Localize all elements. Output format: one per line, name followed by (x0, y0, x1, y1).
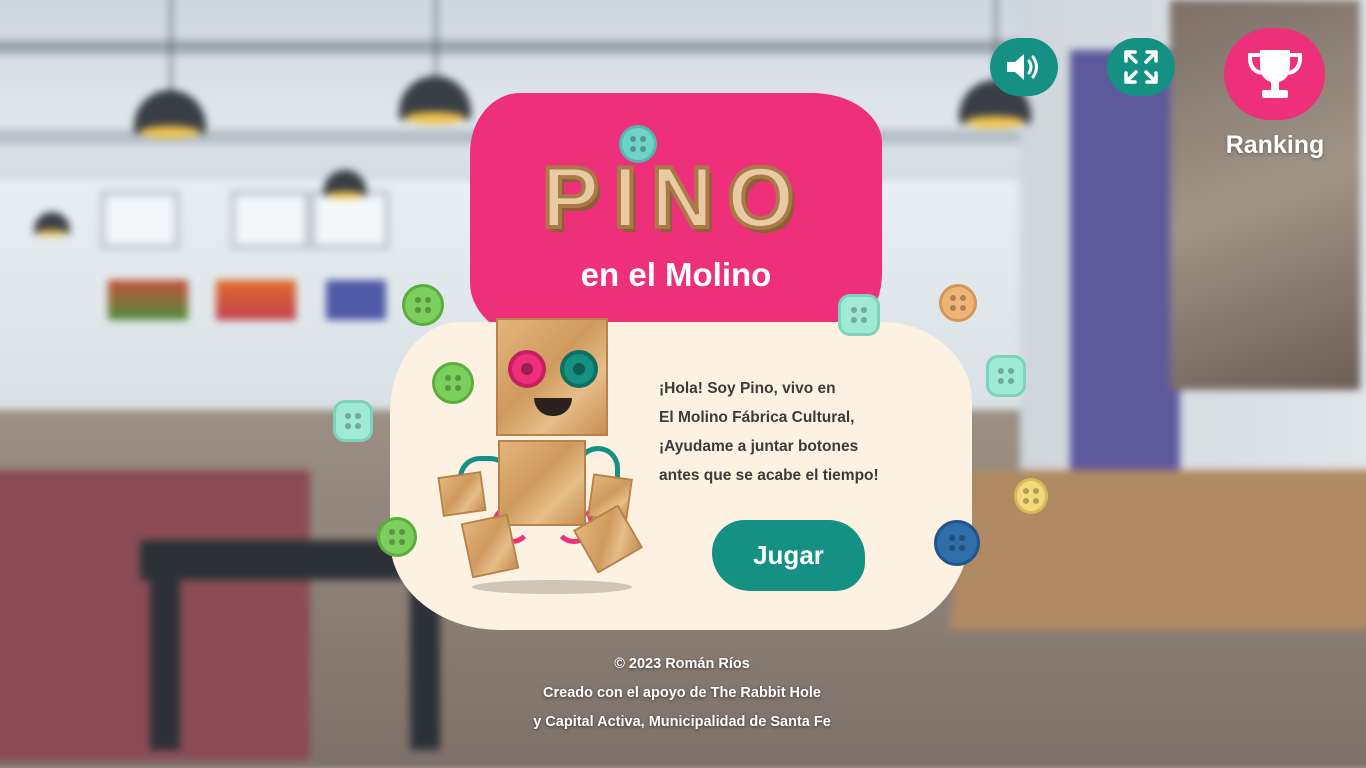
button-collectible-icon (402, 284, 444, 326)
fullscreen-expand-icon (1124, 50, 1158, 84)
copyright-text: © 2023 Román Ríos (614, 656, 750, 672)
intro-line: antes que se acabe el tiempo! (659, 467, 879, 484)
intro-line: El Molino Fábrica Cultural, (659, 409, 855, 426)
button-collectible-icon (432, 362, 474, 404)
intro-message: ¡Hola! Soy Pino, vivo en El Molino Fábri… (659, 374, 949, 490)
fullscreen-button[interactable] (1107, 38, 1175, 96)
sound-button[interactable] (990, 38, 1058, 96)
play-button[interactable]: Jugar (712, 520, 865, 591)
game-subtitle: en el Molino (580, 256, 772, 293)
speaker-icon (1007, 54, 1038, 80)
ranking-button[interactable] (1224, 28, 1325, 120)
support-text: Creado con el apoyo de The Rabbit Hole (543, 685, 821, 701)
game-logo: PINO (530, 148, 820, 248)
intro-line: ¡Hola! Soy Pino, vivo en (659, 380, 836, 397)
button-collectible-icon (934, 520, 980, 566)
intro-line: ¡Ayudame a juntar botones (659, 438, 859, 455)
button-collectible-icon (986, 355, 1026, 397)
support-text: y Capital Activa, Municipalidad de Santa… (533, 714, 831, 730)
button-collectible-icon (377, 517, 417, 557)
game-title: PINO (540, 148, 809, 248)
ranking-label[interactable]: Ranking (1210, 131, 1340, 160)
pino-character (430, 318, 650, 598)
button-collectible-icon (619, 125, 657, 163)
button-collectible-icon (333, 400, 373, 442)
button-collectible-icon (838, 294, 880, 336)
credits: © 2023 Román Ríos Creado con el apoyo de… (470, 650, 894, 737)
trophy-icon (1247, 50, 1302, 98)
button-collectible-icon (1014, 478, 1048, 514)
button-collectible-icon (939, 284, 977, 322)
